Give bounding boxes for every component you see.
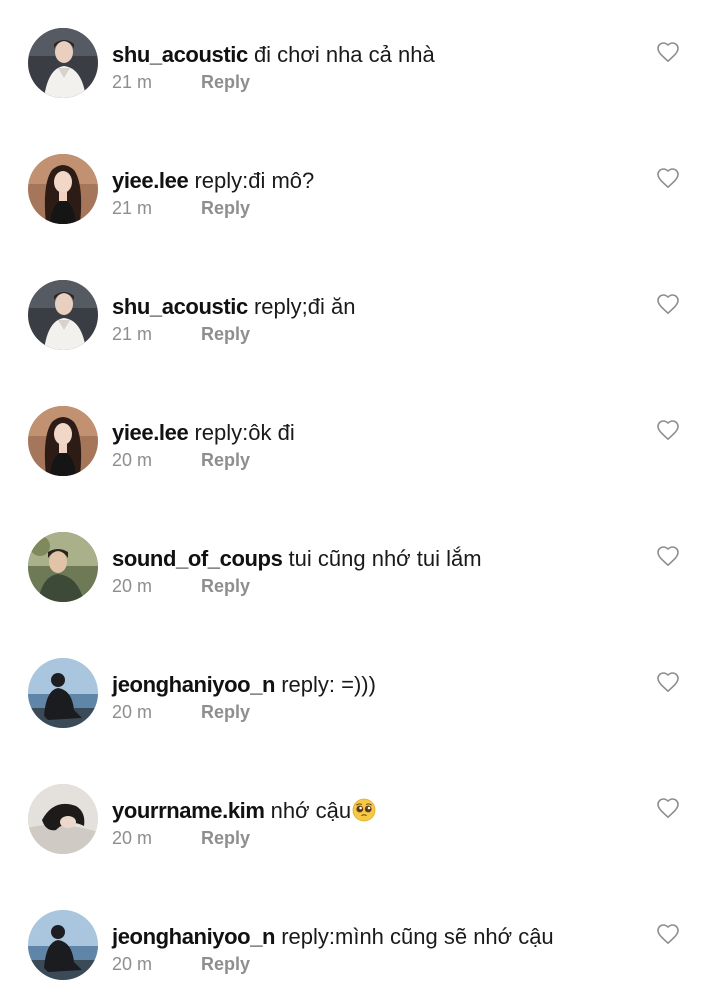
like-button[interactable] (656, 41, 680, 63)
comment-text: reply;đi ăn (253, 294, 356, 319)
avatar-man-white-shirt (28, 280, 98, 350)
comment-line: jeonghaniyoo_n reply: =))) (112, 670, 632, 700)
comment-meta: 20 m Reply (112, 700, 632, 724)
avatar[interactable] (28, 406, 98, 476)
avatar-man-white-shirt (28, 28, 98, 98)
timestamp: 20 m (112, 450, 153, 470)
comment-line: sound_of_coups tui cũng nhớ tui lắm (112, 544, 632, 574)
username[interactable]: shu_acoustic (112, 42, 248, 67)
reply-button[interactable]: Reply (201, 450, 250, 470)
comment-meta: 20 m Reply (112, 448, 632, 472)
like-button[interactable] (656, 923, 680, 945)
like-button[interactable] (656, 797, 680, 819)
heart-outline-icon (657, 672, 679, 692)
timestamp: 20 m (112, 576, 153, 596)
comment-body: jeonghaniyoo_n reply:mình cũng sẽ nhớ cậ… (112, 922, 632, 976)
comment-line: yiee.lee reply:ôk đi (112, 418, 632, 448)
comment-line: yourrname.kim nhớ cậu (112, 796, 632, 826)
avatar[interactable] (28, 28, 98, 98)
username[interactable]: yourrname.kim (112, 798, 265, 823)
timestamp: 21 m (112, 324, 153, 344)
comment-line: shu_acoustic reply;đi ăn (112, 292, 632, 322)
comment-line: jeonghaniyoo_n reply:mình cũng sẽ nhớ cậ… (112, 922, 632, 952)
timestamp: 20 m (112, 828, 153, 848)
avatar[interactable] (28, 280, 98, 350)
avatar-woman-dark-hair (28, 154, 98, 224)
reply-button[interactable]: Reply (201, 576, 250, 596)
reply-button[interactable]: Reply (201, 198, 250, 218)
comment-meta: 21 m Reply (112, 322, 632, 346)
pleading-face-emoji (352, 798, 376, 822)
comment-body: yiee.lee reply:ôk đi 20 m Reply (112, 418, 632, 472)
comment-meta: 21 m Reply (112, 196, 632, 220)
timestamp: 21 m (112, 198, 153, 218)
avatar[interactable] (28, 910, 98, 980)
comment-text: reply:đi mô? (194, 168, 315, 193)
username[interactable]: jeonghaniyoo_n (112, 924, 275, 949)
like-button[interactable] (656, 671, 680, 693)
timestamp: 21 m (112, 72, 153, 92)
username[interactable]: sound_of_coups (112, 546, 283, 571)
heart-outline-icon (657, 924, 679, 944)
comment-item: jeonghaniyoo_n reply: =))) 20 m Reply (0, 630, 720, 756)
heart-outline-icon (657, 168, 679, 188)
comment-body: sound_of_coups tui cũng nhớ tui lắm 20 m… (112, 544, 632, 598)
avatar[interactable] (28, 154, 98, 224)
comment-text: đi chơi nha cả nhà (253, 42, 435, 67)
comment-item: sound_of_coups tui cũng nhớ tui lắm 20 m… (0, 504, 720, 630)
comment-text: reply: =))) (281, 672, 376, 697)
avatar[interactable] (28, 658, 98, 728)
avatar-person-seaside (28, 910, 98, 980)
avatar-man-outdoor (28, 532, 98, 602)
comment-text: reply:mình cũng sẽ nhớ cậu (281, 924, 554, 949)
comment-item: shu_acoustic đi chơi nha cả nhà 21 m Rep… (0, 0, 720, 126)
timestamp: 20 m (112, 702, 153, 722)
comment-line: shu_acoustic đi chơi nha cả nhà (112, 40, 632, 70)
like-button[interactable] (656, 419, 680, 441)
avatar-person-lying (28, 784, 98, 854)
comment-item: yiee.lee reply:ôk đi 20 m Reply (0, 378, 720, 504)
comment-body: yourrname.kim nhớ cậu 20 m Reply (112, 796, 632, 850)
avatar-woman-dark-hair (28, 406, 98, 476)
username[interactable]: shu_acoustic (112, 294, 248, 319)
comment-body: shu_acoustic đi chơi nha cả nhà 21 m Rep… (112, 40, 632, 94)
comment-meta: 21 m Reply (112, 70, 632, 94)
heart-outline-icon (657, 546, 679, 566)
heart-outline-icon (657, 420, 679, 440)
comment-meta: 20 m Reply (112, 952, 632, 976)
comment-list: shu_acoustic đi chơi nha cả nhà 21 m Rep… (0, 0, 720, 994)
heart-outline-icon (657, 42, 679, 62)
like-button[interactable] (656, 293, 680, 315)
reply-button[interactable]: Reply (201, 954, 250, 974)
reply-button[interactable]: Reply (201, 702, 250, 722)
comment-body: shu_acoustic reply;đi ăn 21 m Reply (112, 292, 632, 346)
reply-button[interactable]: Reply (201, 828, 250, 848)
comment-item: yiee.lee reply:đi mô? 21 m Reply (0, 126, 720, 252)
heart-outline-icon (657, 798, 679, 818)
avatar[interactable] (28, 532, 98, 602)
username[interactable]: yiee.lee (112, 168, 189, 193)
avatar-person-seaside (28, 658, 98, 728)
reply-button[interactable]: Reply (201, 324, 250, 344)
comment-item: shu_acoustic reply;đi ăn 21 m Reply (0, 252, 720, 378)
comment-meta: 20 m Reply (112, 574, 632, 598)
reply-button[interactable]: Reply (201, 72, 250, 92)
username[interactable]: yiee.lee (112, 420, 189, 445)
comment-text: reply:ôk đi (194, 420, 295, 445)
comment-item: yourrname.kim nhớ cậu 20 m Reply (0, 756, 720, 882)
comment-text: tui cũng nhớ tui lắm (288, 546, 482, 571)
heart-outline-icon (657, 294, 679, 314)
comment-text: nhớ cậu (270, 798, 352, 823)
timestamp: 20 m (112, 954, 153, 974)
like-button[interactable] (656, 545, 680, 567)
comment-item: jeonghaniyoo_n reply:mình cũng sẽ nhớ cậ… (0, 882, 720, 1008)
comment-line: yiee.lee reply:đi mô? (112, 166, 632, 196)
comment-meta: 20 m Reply (112, 826, 632, 850)
comment-body: jeonghaniyoo_n reply: =))) 20 m Reply (112, 670, 632, 724)
username[interactable]: jeonghaniyoo_n (112, 672, 275, 697)
comment-body: yiee.lee reply:đi mô? 21 m Reply (112, 166, 632, 220)
avatar[interactable] (28, 784, 98, 854)
like-button[interactable] (656, 167, 680, 189)
